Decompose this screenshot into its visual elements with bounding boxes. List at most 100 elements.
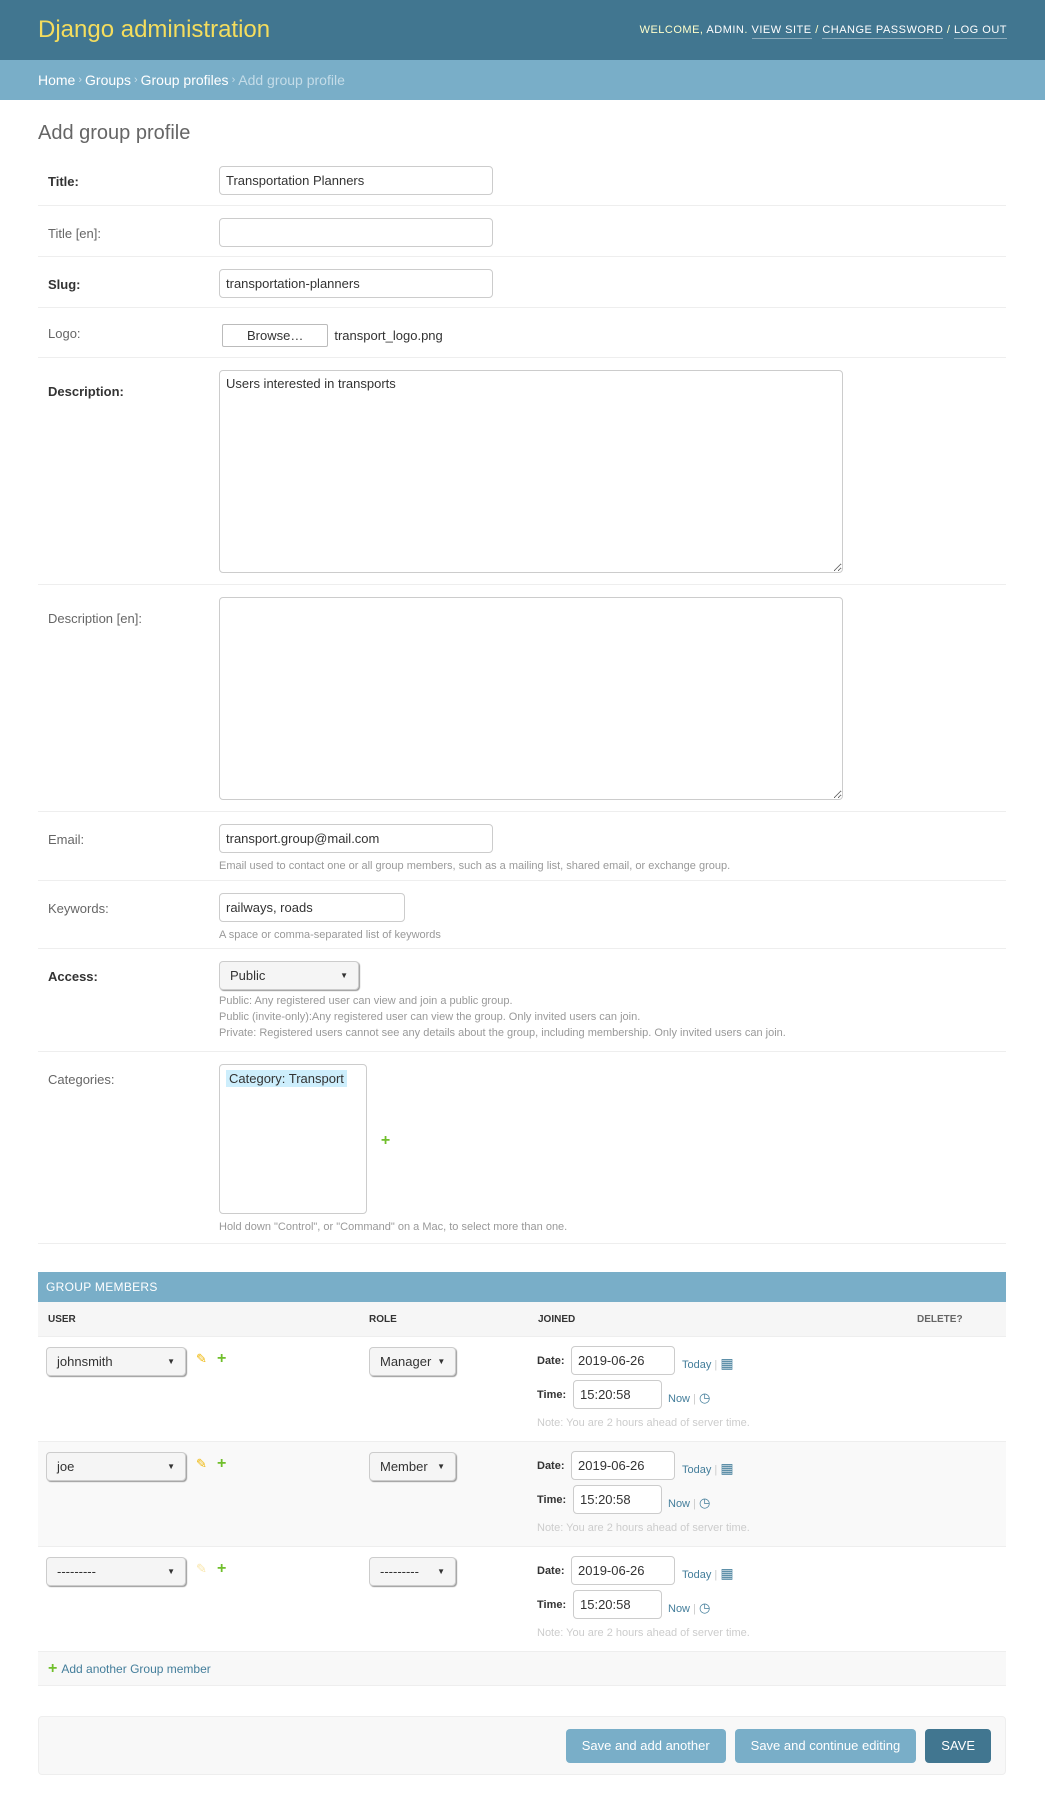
today-link[interactable]: Today [682, 1569, 711, 1581]
date-input[interactable] [571, 1451, 675, 1480]
access-value: Public [230, 968, 266, 983]
keywords-input[interactable] [219, 893, 405, 922]
row-description: Description: [38, 358, 1006, 585]
add-another-row[interactable]: + Add another Group member [38, 1652, 1006, 1686]
time-input[interactable] [573, 1485, 662, 1514]
browse-button[interactable]: Browse… [222, 324, 329, 347]
email-input[interactable] [219, 824, 493, 853]
today-link[interactable]: Today [682, 1359, 711, 1371]
column-role: Role [369, 1313, 397, 1325]
breadcrumb-groups[interactable]: Groups [85, 72, 131, 88]
breadcrumb-group-profiles[interactable]: Group profiles [141, 72, 229, 88]
categories-select[interactable]: Category: Transport [219, 1064, 367, 1214]
time-input[interactable] [573, 1380, 662, 1409]
date-label: Date: [537, 1355, 565, 1367]
timezone-note: Note: You are 2 hours ahead of server ti… [537, 1522, 750, 1534]
date-label: Date: [537, 1565, 565, 1577]
breadcrumb-home[interactable]: Home [38, 72, 75, 88]
edit-pencil-icon[interactable]: ✎ [196, 1456, 207, 1472]
column-delete: Delete? [917, 1313, 963, 1325]
access-select[interactable]: Public ▼ [219, 961, 359, 990]
user-value: johnsmith [57, 1354, 113, 1369]
time-input[interactable] [573, 1590, 662, 1619]
description-en-textarea[interactable] [219, 597, 843, 800]
user-select[interactable]: --------- ▼ [46, 1557, 186, 1586]
role-select[interactable]: Manager ▼ [369, 1347, 456, 1376]
group-members-inline: Group members User Role Joined Delete? j… [38, 1272, 1006, 1686]
group-members-title: Group members [38, 1272, 1006, 1302]
logo-label: Logo: [48, 326, 81, 341]
role-select[interactable]: Member ▼ [369, 1452, 456, 1481]
member-row: johnsmith▼ ✎ + Manager▼ Date: Today | ▦ … [38, 1337, 1006, 1442]
categories-label: Categories: [48, 1072, 115, 1087]
title-input[interactable] [219, 166, 493, 195]
description-en-label: Description [en]: [48, 611, 142, 626]
now-link[interactable]: Now [668, 1603, 690, 1615]
log-out-link[interactable]: Log out [953, 24, 1007, 39]
add-another-link[interactable]: Add another Group member [61, 1662, 210, 1676]
today-group: Today | ▦ [682, 1460, 734, 1476]
user-value: --------- [57, 1564, 96, 1579]
description-textarea[interactable] [219, 370, 843, 573]
clock-icon[interactable]: ◷ [699, 1600, 710, 1615]
chevron-down-icon: ▼ [437, 1357, 446, 1366]
date-label: Date: [537, 1460, 565, 1472]
member-row: --------- ▼ ✎ + --------- ▼ Date: Today | … [38, 1547, 1006, 1652]
role-select[interactable]: --------- ▼ [369, 1557, 456, 1586]
time-label: Time: [537, 1389, 567, 1401]
now-group: Now | ◷ [668, 1390, 711, 1405]
calendar-icon[interactable]: ▦ [720, 1460, 733, 1476]
header: Django administration Welcome, admin. Vi… [0, 0, 1045, 60]
date-input[interactable] [571, 1556, 675, 1585]
slug-input[interactable] [219, 269, 493, 298]
today-link[interactable]: Today [682, 1464, 711, 1476]
edit-pencil-icon[interactable]: ✎ [196, 1351, 207, 1367]
row-access: Access: Public ▼ Public: Any registered u… [38, 949, 1006, 1052]
save-and-add-another-button[interactable]: Save and add another [565, 1728, 726, 1763]
row-description-en: Description [en]: [38, 585, 1006, 812]
category-option[interactable]: Category: Transport [226, 1070, 347, 1087]
user-tools: Welcome, admin. View site / Change passw… [639, 24, 1007, 39]
add-user-icon[interactable]: + [217, 1560, 226, 1578]
user-select[interactable]: joe ▼ [46, 1452, 186, 1481]
page-title: Add group profile [38, 122, 191, 144]
user-select[interactable]: johnsmith ▼ [46, 1347, 186, 1376]
role-value: --------- [380, 1564, 419, 1579]
logo-filename: transport_logo.png [334, 328, 443, 343]
timezone-note: Note: You are 2 hours ahead of server ti… [537, 1417, 750, 1429]
change-password-link[interactable]: Change password [822, 24, 944, 39]
today-group: Today | ▦ [682, 1565, 734, 1581]
calendar-icon[interactable]: ▦ [720, 1355, 733, 1371]
access-label: Access: [48, 969, 98, 984]
site-brand[interactable]: Django administration [38, 16, 270, 44]
edit-pencil-icon[interactable]: ✎ [196, 1561, 207, 1577]
clock-icon[interactable]: ◷ [699, 1390, 710, 1405]
row-keywords: Keywords: A space or comma-separated lis… [38, 881, 1006, 949]
submit-row: Save and add another Save and continue e… [38, 1716, 1006, 1775]
calendar-icon[interactable]: ▦ [720, 1565, 733, 1581]
title-label: Title: [48, 174, 79, 189]
role-value: Member [380, 1459, 428, 1474]
column-headers: User Role Joined Delete? [38, 1302, 1006, 1337]
add-category-icon[interactable]: + [381, 1132, 390, 1149]
welcome-text: Welcome, [639, 24, 704, 36]
now-link[interactable]: Now [668, 1393, 690, 1405]
save-button[interactable]: Save [925, 1728, 991, 1763]
save-and-continue-button[interactable]: Save and continue editing [734, 1728, 917, 1763]
chevron-down-icon: ▼ [340, 971, 348, 980]
slug-label: Slug: [48, 277, 81, 292]
title-en-input[interactable] [219, 218, 493, 247]
email-help: Email used to contact one or all group m… [219, 860, 731, 872]
now-link[interactable]: Now [668, 1498, 690, 1510]
row-logo: Logo: Browse… transport_logo.png [38, 308, 1006, 358]
breadcrumb: Home › Groups › Group profiles › Add group … [0, 60, 1045, 100]
time-label: Time: [537, 1494, 567, 1506]
date-input[interactable] [571, 1346, 675, 1375]
role-value: Manager [380, 1354, 432, 1369]
keywords-help: A space or comma-separated list of keywo… [219, 929, 441, 941]
add-user-icon[interactable]: + [217, 1455, 226, 1473]
row-email: Email: Email used to contact one or all … [38, 812, 1006, 881]
clock-icon[interactable]: ◷ [699, 1495, 710, 1510]
add-user-icon[interactable]: + [217, 1350, 226, 1368]
view-site-link[interactable]: View site [751, 24, 812, 39]
